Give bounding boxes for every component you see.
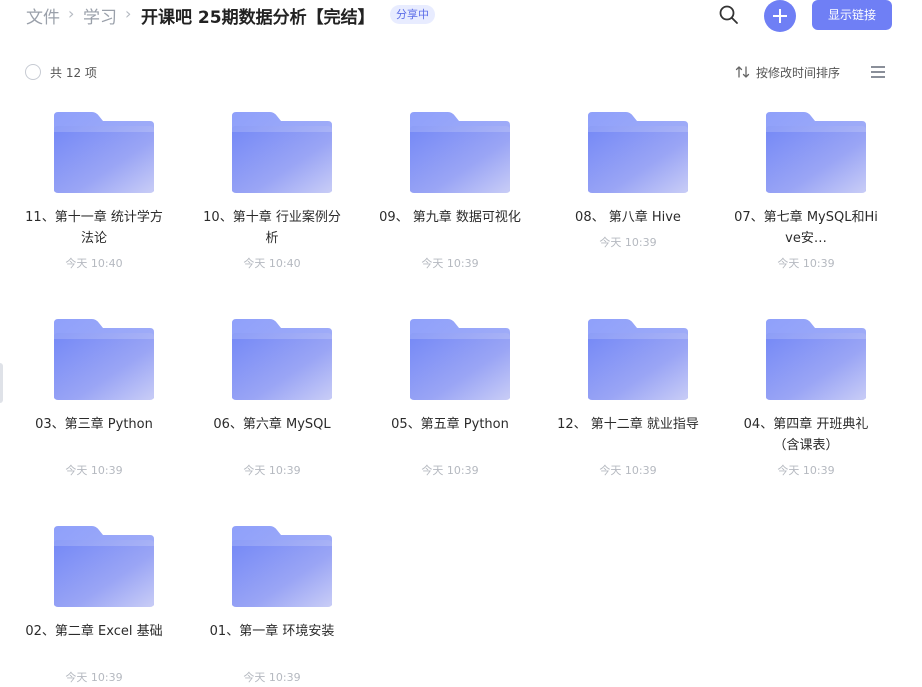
- folder-icon: [764, 317, 868, 401]
- folder-item[interactable]: 06、第六章 MySQL 今天 10:39: [207, 317, 337, 507]
- folder-name: 01、第一章 环境安装: [209, 624, 335, 639]
- folder-modified-time: 今天 10:40: [65, 257, 123, 270]
- search-icon[interactable]: [718, 4, 740, 26]
- sort-label: 按修改时间排序: [756, 65, 841, 80]
- folder-icon: [586, 317, 690, 401]
- folder-name: 12、 第十二章 就业指导: [557, 417, 699, 432]
- folder-icon: [230, 317, 334, 401]
- folder-modified-time: 今天 10:39: [599, 464, 657, 477]
- folder-name: 05、第五章 Python: [391, 417, 509, 432]
- folder-modified-time: 今天 10:39: [777, 257, 835, 270]
- folder-icon: [52, 110, 156, 194]
- folder-name: 07、第七章 MySQL和Hive安…: [734, 210, 878, 246]
- folder-name: 08、 第八章 Hive: [575, 210, 681, 225]
- side-handle[interactable]: [0, 363, 3, 403]
- folder-name: 04、第四章 开班典礼（含课表）: [743, 417, 869, 453]
- breadcrumb-root[interactable]: 文件: [26, 3, 60, 28]
- item-count: 共 12 项: [50, 66, 97, 80]
- folder-item[interactable]: 07、第七章 MySQL和Hive安… 今天 10:39: [734, 110, 878, 300]
- folder-name: 10、第十章 行业案例分析: [203, 210, 341, 246]
- folder-name: 02、第二章 Excel 基础: [25, 624, 163, 639]
- show-link-button[interactable]: 显示链接: [812, 0, 892, 30]
- folder-modified-time: 今天 10:39: [421, 257, 479, 270]
- breadcrumb-separator: ›: [68, 4, 75, 23]
- list-view-icon[interactable]: [871, 66, 885, 78]
- folder-modified-time: 今天 10:39: [777, 464, 835, 477]
- folder-item[interactable]: 10、第十章 行业案例分析今天 10:40: [203, 110, 341, 300]
- page-title: 开课吧 25期数据分析【完结】: [141, 8, 375, 28]
- folder-icon: [408, 317, 512, 401]
- folder-modified-time: 今天 10:39: [65, 464, 123, 477]
- folder-item[interactable]: 04、第四章 开班典礼（含课表） 今天 10:39: [741, 317, 871, 507]
- folder-icon: [764, 110, 868, 194]
- folder-modified-time: 今天 10:39: [421, 464, 479, 477]
- folder-modified-time: 今天 10:39: [599, 236, 657, 249]
- folder-item[interactable]: 01、第一章 环境安装 今天 10:39: [207, 524, 337, 687]
- folder-name: 11、第十一章 统计学方法论: [25, 210, 163, 246]
- sort-button[interactable]: 按修改时间排序: [735, 63, 840, 81]
- folder-icon: [586, 110, 690, 194]
- folder-icon: [52, 524, 156, 608]
- folder-icon: [230, 524, 334, 608]
- folder-icon: [408, 110, 512, 194]
- folder-item[interactable]: 05、第五章 Python 今天 10:39: [385, 317, 515, 507]
- folder-item[interactable]: 12、 第十二章 就业指导 今天 10:39: [557, 317, 699, 507]
- folder-item[interactable]: 08、 第八章 Hive 今天 10:39: [563, 110, 693, 300]
- folder-name: 03、第三章 Python: [35, 417, 153, 432]
- folder-name: 09、 第九章 数据可视化: [379, 210, 521, 225]
- sort-icon: [735, 66, 750, 78]
- folder-item[interactable]: 02、第二章 Excel 基础 今天 10:39: [25, 524, 163, 687]
- folder-modified-time: 今天 10:39: [65, 671, 123, 684]
- breadcrumb-parent[interactable]: 学习: [83, 3, 117, 28]
- folder-item[interactable]: 03、第三章 Python 今天 10:39: [29, 317, 159, 507]
- status-badge: 分享中: [390, 5, 435, 24]
- breadcrumb-separator: ›: [125, 4, 132, 23]
- folder-modified-time: 今天 10:39: [243, 464, 301, 477]
- add-button[interactable]: [764, 0, 796, 32]
- folder-icon: [230, 110, 334, 194]
- folder-item[interactable]: 11、第十一章 统计学方法论今天 10:40: [25, 110, 163, 300]
- top-bar: 文件 › 学习 › 开课吧 25期数据分析【完结】 分享中 显示链接: [0, 0, 922, 32]
- folder-modified-time: 今天 10:39: [243, 671, 301, 684]
- select-all-checkbox[interactable]: [25, 64, 41, 80]
- folder-icon: [52, 317, 156, 401]
- folder-item[interactable]: 09、 第九章 数据可视化 今天 10:39: [379, 110, 521, 300]
- folder-modified-time: 今天 10:40: [243, 257, 301, 270]
- folder-name: 06、第六章 MySQL: [213, 417, 331, 432]
